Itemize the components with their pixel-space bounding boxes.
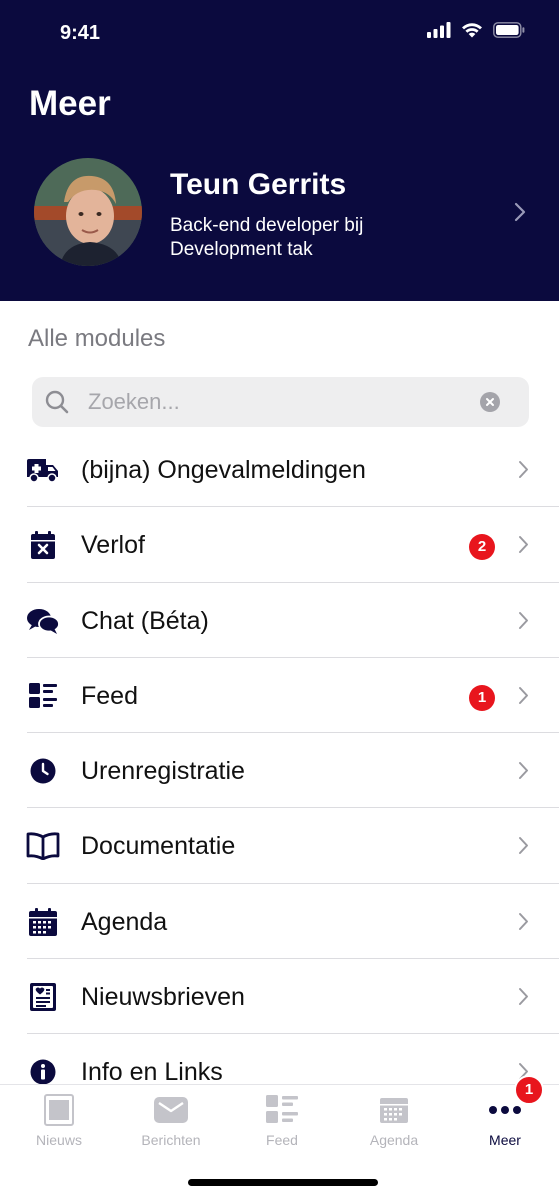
profile-name: Teun Gerrits xyxy=(170,168,347,201)
chevron-right-icon xyxy=(518,836,529,860)
tab-nieuws[interactable]: Nieuws xyxy=(3,1085,115,1165)
chevron-right-icon xyxy=(518,987,529,1011)
chevron-right-icon xyxy=(518,686,529,710)
menu-item-urenregistratie[interactable]: Urenregistratie xyxy=(0,733,559,809)
menu-item-documentatie[interactable]: Documentatie xyxy=(0,808,559,884)
menu-item-verlof[interactable]: Verlof 2 xyxy=(0,507,559,583)
module-list: (bijna) Ongevalmeldingen Verlof 2 Chat (… xyxy=(0,432,559,1110)
page-title: Meer xyxy=(29,84,111,123)
home-indicator xyxy=(188,1179,378,1186)
chevron-right-icon xyxy=(518,611,529,635)
menu-item-ongevalmeldingen[interactable]: (bijna) Ongevalmeldingen xyxy=(0,432,559,508)
clock-icon xyxy=(25,755,61,787)
profile-card[interactable]: Teun Gerrits Back-end developer bij Deve… xyxy=(34,158,544,268)
book-icon xyxy=(25,830,61,862)
chevron-right-icon xyxy=(514,202,526,227)
feed-icon xyxy=(264,1093,300,1127)
menu-item-chat[interactable]: Chat (Béta) xyxy=(0,583,559,658)
chevron-right-icon xyxy=(518,460,529,484)
feed-list-icon xyxy=(25,680,61,712)
clear-search-icon[interactable] xyxy=(480,392,500,412)
news-icon xyxy=(41,1093,77,1127)
envelope-icon xyxy=(153,1093,189,1127)
avatar xyxy=(34,158,142,266)
tab-badge: 1 xyxy=(514,1075,544,1105)
chevron-right-icon xyxy=(518,912,529,936)
menu-item-label: Verlof xyxy=(81,531,145,560)
menu-item-agenda[interactable]: Agenda xyxy=(0,884,559,960)
search-input[interactable] xyxy=(88,377,468,427)
header: 9:41 Meer Teun Gerrits Back-end develope… xyxy=(0,0,559,301)
status-time: 9:41 xyxy=(60,22,101,44)
chat-bubbles-icon xyxy=(25,605,61,637)
battery-icon xyxy=(493,22,525,43)
chevron-right-icon xyxy=(518,761,529,785)
menu-item-label: Nieuwsbrieven xyxy=(81,983,245,1012)
calendar-icon xyxy=(25,906,61,938)
tab-agenda[interactable]: Agenda xyxy=(338,1085,450,1165)
tab-label: Meer xyxy=(489,1132,521,1148)
chevron-right-icon xyxy=(518,535,529,559)
tab-meer[interactable]: Meer xyxy=(449,1085,559,1165)
search-bar[interactable] xyxy=(32,377,529,427)
tab-feed[interactable]: Feed xyxy=(226,1085,338,1165)
status-bar: 9:41 xyxy=(0,0,559,66)
newsletter-icon xyxy=(25,981,61,1013)
tab-label: Berichten xyxy=(141,1132,201,1148)
menu-item-label: Urenregistratie xyxy=(81,757,245,786)
tab-berichten[interactable]: Berichten xyxy=(115,1085,227,1165)
ambulance-icon xyxy=(25,454,61,486)
menu-item-label: Documentatie xyxy=(81,832,236,861)
tab-label: Agenda xyxy=(369,1132,419,1148)
section-title: Alle modules xyxy=(28,325,166,352)
calendar-x-icon xyxy=(25,529,61,561)
status-icons xyxy=(427,22,525,43)
cellular-signal-icon xyxy=(427,22,451,43)
notification-badge: 2 xyxy=(469,534,495,561)
search-icon xyxy=(44,389,70,420)
menu-item-label: (bijna) Ongevalmeldingen xyxy=(81,456,366,484)
menu-item-label: Chat (Béta) xyxy=(81,606,209,635)
menu-item-label: Feed xyxy=(81,681,138,710)
calendar-icon xyxy=(376,1093,412,1127)
menu-item-feed[interactable]: Feed 1 xyxy=(0,658,559,734)
menu-item-label: Agenda xyxy=(81,907,168,936)
tab-label: Nieuws xyxy=(36,1132,82,1148)
menu-item-nieuwsbrieven[interactable]: Nieuwsbrieven xyxy=(0,959,559,1035)
notification-badge: 1 xyxy=(469,684,495,711)
profile-role: Back-end developer bij Development tak xyxy=(170,215,364,260)
wifi-icon xyxy=(461,22,483,43)
tab-label: Feed xyxy=(266,1132,298,1148)
